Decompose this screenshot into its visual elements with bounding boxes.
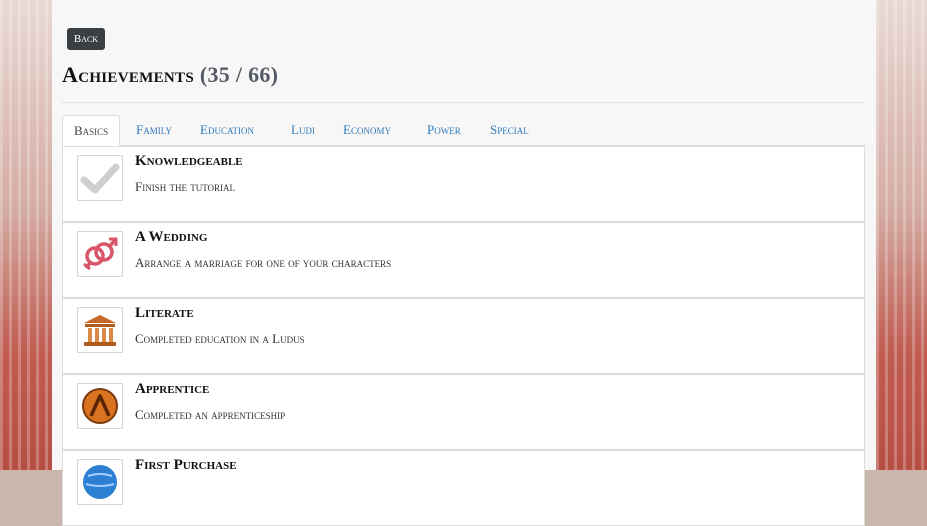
- tab-ludi[interactable]: Ludi: [291, 115, 315, 145]
- list-item: Apprentice Completed an apprenticeship: [62, 374, 865, 450]
- tab-education[interactable]: Education: [200, 115, 254, 145]
- temple-icon: [77, 307, 123, 353]
- achievement-description: Arrange a marriage for one of your chara…: [135, 255, 392, 270]
- tab-economy[interactable]: Economy: [343, 115, 391, 145]
- achievement-tabs: Basics Family Education Ludi Economy Pow…: [62, 115, 865, 146]
- list-item: First Purchase: [62, 450, 865, 526]
- background-right: [876, 0, 927, 470]
- tab-basics[interactable]: Basics: [62, 115, 121, 146]
- achievement-description: Completed education in a Ludus: [135, 331, 305, 346]
- tab-family[interactable]: Family: [136, 115, 172, 145]
- achievement-title: Literate: [135, 305, 194, 321]
- list-item: Literate Completed education in a Ludus: [62, 298, 865, 374]
- achievement-description: Finish the tutorial: [135, 179, 236, 194]
- achievement-title: Knowledgeable: [135, 153, 243, 169]
- achievement-count: (35 / 66): [199, 62, 279, 87]
- checkmark-icon: [77, 155, 123, 201]
- gender-symbols-icon: [77, 231, 123, 277]
- achievement-title: Apprentice: [135, 381, 210, 397]
- divider: [62, 102, 865, 103]
- background-left: [0, 0, 52, 470]
- lambda-shield-icon: [77, 383, 123, 429]
- tab-power[interactable]: Power: [427, 115, 461, 145]
- tab-special[interactable]: Special: [490, 115, 529, 145]
- achievements-panel: Back Achievements (35 / 66) Basics Famil…: [52, 0, 876, 526]
- list-item: Knowledgeable Finish the tutorial: [62, 146, 865, 222]
- list-item: A Wedding Arrange a marriage for one of …: [62, 222, 865, 298]
- achievement-title: A Wedding: [135, 229, 208, 245]
- globe-icon: [77, 459, 123, 505]
- achievement-description: Completed an apprenticeship: [135, 407, 286, 422]
- title-text: Achievements: [62, 62, 195, 87]
- page-title: Achievements (35 / 66): [62, 62, 278, 88]
- achievement-title: First Purchase: [135, 457, 237, 473]
- back-button[interactable]: Back: [67, 28, 105, 50]
